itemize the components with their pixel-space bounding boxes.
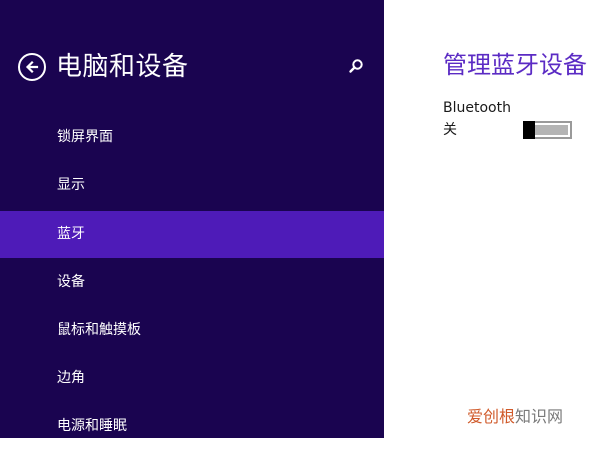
sidebar-item-lock-screen[interactable]: 锁屏界面	[0, 114, 384, 161]
watermark: 爱创根知识网	[467, 406, 563, 428]
back-button[interactable]	[18, 53, 46, 81]
sidebar-item-label: 锁屏界面	[57, 129, 113, 145]
section-title: 管理蓝牙设备	[443, 51, 587, 79]
sidebar-item-display[interactable]: 显示	[0, 162, 384, 209]
sidebar-item-mouse-touchpad[interactable]: 鼠标和触摸板	[0, 307, 384, 354]
back-arrow-icon	[25, 60, 39, 74]
sidebar-item-label: 边角	[57, 370, 85, 386]
page-title: 电脑和设备	[56, 52, 189, 82]
watermark-suffix: 知识网	[515, 407, 564, 426]
sidebar-item-devices[interactable]: 设备	[0, 259, 384, 306]
sidebar-item-label: 电源和睡眠	[57, 418, 127, 434]
sidebar-item-label: 鼠标和触摸板	[57, 322, 141, 338]
sidebar-item-label: 蓝牙	[57, 226, 85, 242]
sidebar: 电脑和设备 锁屏界面 显示 蓝牙 设备 鼠标和触摸板 边角 电源和睡眠	[0, 0, 384, 438]
bluetooth-toggle[interactable]	[523, 121, 572, 139]
sidebar-item-label: 设备	[57, 274, 85, 290]
search-button[interactable]	[346, 57, 366, 77]
sidebar-item-corners[interactable]: 边角	[0, 355, 384, 402]
search-icon	[349, 59, 363, 73]
sidebar-header: 电脑和设备	[18, 49, 189, 85]
sidebar-item-bluetooth[interactable]: 蓝牙	[0, 211, 384, 258]
toggle-thumb[interactable]	[523, 121, 535, 139]
sidebar-item-label: 显示	[57, 177, 85, 193]
bluetooth-label: Bluetooth	[443, 100, 511, 116]
sidebar-item-power-sleep[interactable]: 电源和睡眠	[0, 403, 384, 450]
watermark-brand: 爱创根	[467, 407, 516, 426]
bluetooth-state-text: 关	[443, 122, 457, 138]
